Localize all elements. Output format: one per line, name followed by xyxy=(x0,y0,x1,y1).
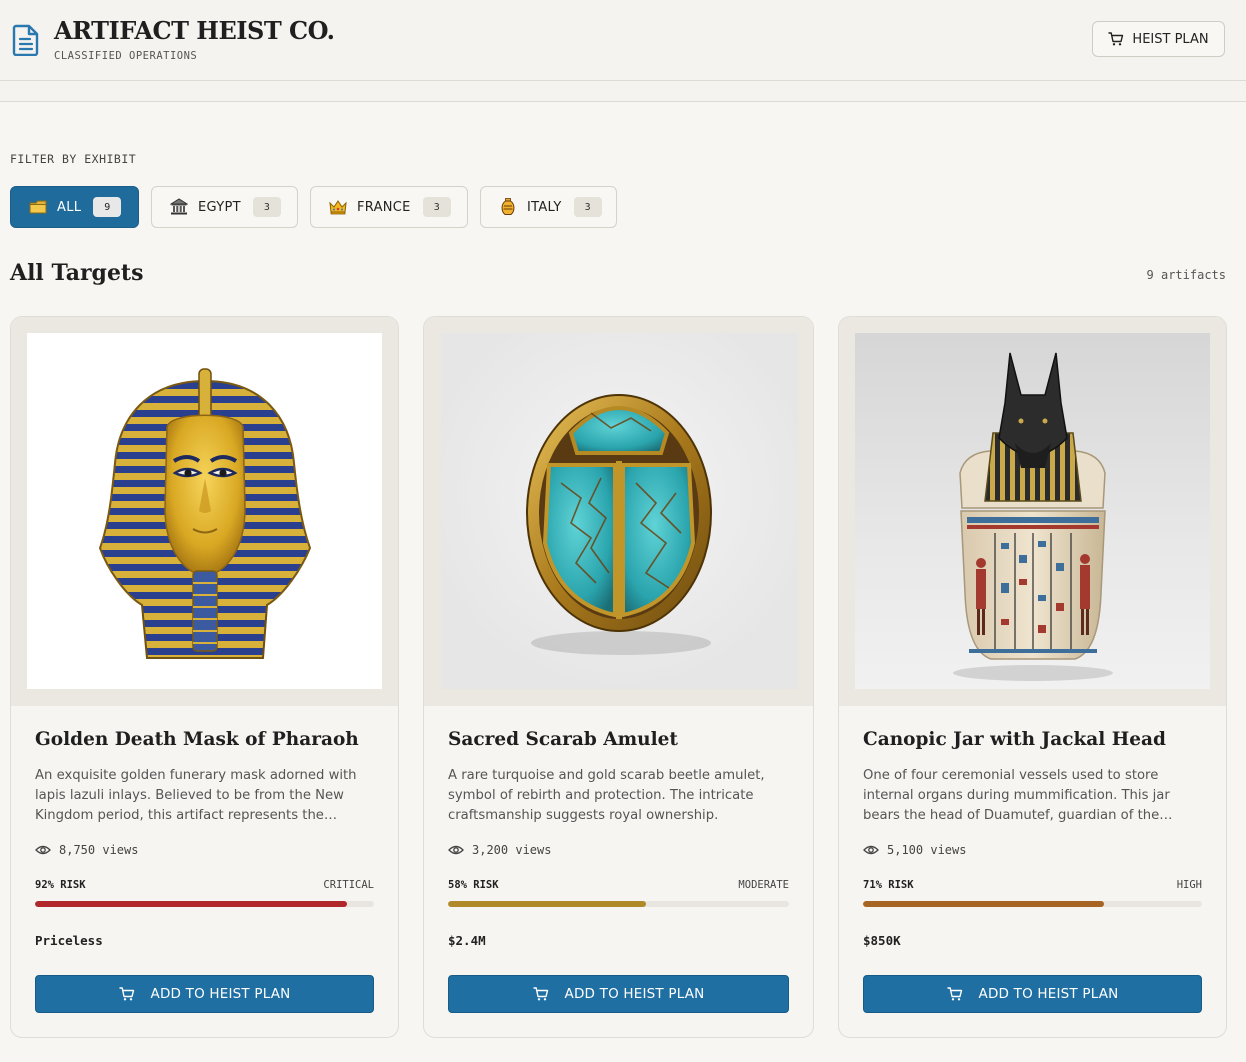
eye-icon xyxy=(35,845,51,855)
filter-egypt[interactable]: EGYPT 3 xyxy=(151,186,298,228)
add-to-heist-plan-button[interactable]: ADD TO HEIST PLAN xyxy=(448,975,789,1013)
document-logo-icon xyxy=(12,24,39,56)
risk-percent: 71% RISK xyxy=(863,879,914,891)
artifact-description: A rare turquoise and gold scarab beetle … xyxy=(448,768,765,823)
view-count: 3,200 views xyxy=(448,843,551,857)
crown-icon xyxy=(328,197,348,217)
filter-all-label: ALL xyxy=(57,199,82,215)
app-header: ARTIFACT HEIST CO. CLASSIFIED OPERATIONS… xyxy=(0,0,1246,81)
filter-all[interactable]: ALL 9 xyxy=(10,186,139,228)
artifact-price: Priceless xyxy=(35,933,103,948)
cart-icon xyxy=(118,987,134,1001)
heist-plan-button[interactable]: HEIST PLAN xyxy=(1092,21,1225,57)
toolbar-strip xyxy=(0,81,1246,102)
artifact-price: $850K xyxy=(863,933,901,948)
eye-icon xyxy=(448,845,464,855)
risk-level: HIGH xyxy=(1176,879,1202,891)
risk-level: MODERATE xyxy=(738,879,789,891)
filter-france-count: 3 xyxy=(422,197,451,217)
heist-plan-label: HEIST PLAN xyxy=(1132,31,1209,47)
folder-icon xyxy=(28,197,48,217)
filter-italy[interactable]: ITALY 3 xyxy=(480,186,617,228)
filter-italy-label: ITALY xyxy=(527,199,562,215)
card-image-frame xyxy=(11,317,398,706)
risk-bar-fill xyxy=(448,901,646,907)
artifact-image-scarab[interactable] xyxy=(441,333,798,689)
risk-bar xyxy=(863,901,1202,907)
view-count: 8,750 views xyxy=(35,843,138,857)
filter-italy-count: 3 xyxy=(573,197,602,217)
section-title: All Targets xyxy=(10,260,144,286)
risk-percent: 92% RISK xyxy=(35,879,86,891)
artifact-card: Sacred Scarab Amulet A rare turquoise an… xyxy=(423,316,814,1038)
filter-france-label: FRANCE xyxy=(357,199,411,215)
risk-bar xyxy=(448,901,789,907)
eye-icon xyxy=(863,845,879,855)
artifact-image-golden-mask[interactable] xyxy=(27,333,382,689)
card-image-frame xyxy=(424,317,813,706)
cart-icon xyxy=(1108,32,1124,46)
artifact-description: An exquisite golden funerary mask adorne… xyxy=(35,768,357,823)
add-button-label: ADD TO HEIST PLAN xyxy=(564,986,705,1002)
museum-icon xyxy=(169,197,189,217)
app-title: ARTIFACT HEIST CO. xyxy=(54,16,335,45)
amphora-icon xyxy=(498,197,518,217)
artifact-card: Canopic Jar with Jackal Head One of four… xyxy=(838,316,1227,1038)
view-count: 5,100 views xyxy=(863,843,966,857)
cart-icon xyxy=(946,987,962,1001)
artifact-name[interactable]: Sacred Scarab Amulet xyxy=(448,729,797,750)
artifact-card: Golden Death Mask of Pharaoh An exquisit… xyxy=(10,316,399,1038)
cart-icon xyxy=(532,987,548,1001)
add-button-label: ADD TO HEIST PLAN xyxy=(978,986,1119,1002)
filter-all-count: 9 xyxy=(93,197,122,217)
filter-label: FILTER BY EXHIBIT xyxy=(10,152,137,166)
risk-bar xyxy=(35,901,374,907)
risk-bar-fill xyxy=(863,901,1104,907)
view-count-label: 5,100 views xyxy=(887,843,967,857)
view-count-label: 8,750 views xyxy=(59,843,139,857)
artifact-price: $2.4M xyxy=(448,933,486,948)
add-to-heist-plan-button[interactable]: ADD TO HEIST PLAN xyxy=(863,975,1202,1013)
filter-egypt-label: EGYPT xyxy=(198,199,241,215)
risk-level: CRITICAL xyxy=(323,879,374,891)
artifact-name[interactable]: Canopic Jar with Jackal Head xyxy=(863,729,1210,750)
filter-egypt-count: 3 xyxy=(252,197,281,217)
risk-bar-fill xyxy=(35,901,347,907)
app-subtitle: CLASSIFIED OPERATIONS xyxy=(54,50,198,62)
card-image-frame xyxy=(839,317,1226,706)
artifact-description: One of four ceremonial vessels used to s… xyxy=(863,768,1173,823)
add-to-heist-plan-button[interactable]: ADD TO HEIST PLAN xyxy=(35,975,374,1013)
view-count-label: 3,200 views xyxy=(472,843,552,857)
artifact-name[interactable]: Golden Death Mask of Pharaoh xyxy=(35,729,382,750)
add-button-label: ADD TO HEIST PLAN xyxy=(150,986,291,1002)
result-count: 9 artifacts xyxy=(1146,268,1226,282)
risk-percent: 58% RISK xyxy=(448,879,499,891)
filter-france[interactable]: FRANCE 3 xyxy=(310,186,468,228)
artifact-image-canopic-jar[interactable] xyxy=(855,333,1210,689)
